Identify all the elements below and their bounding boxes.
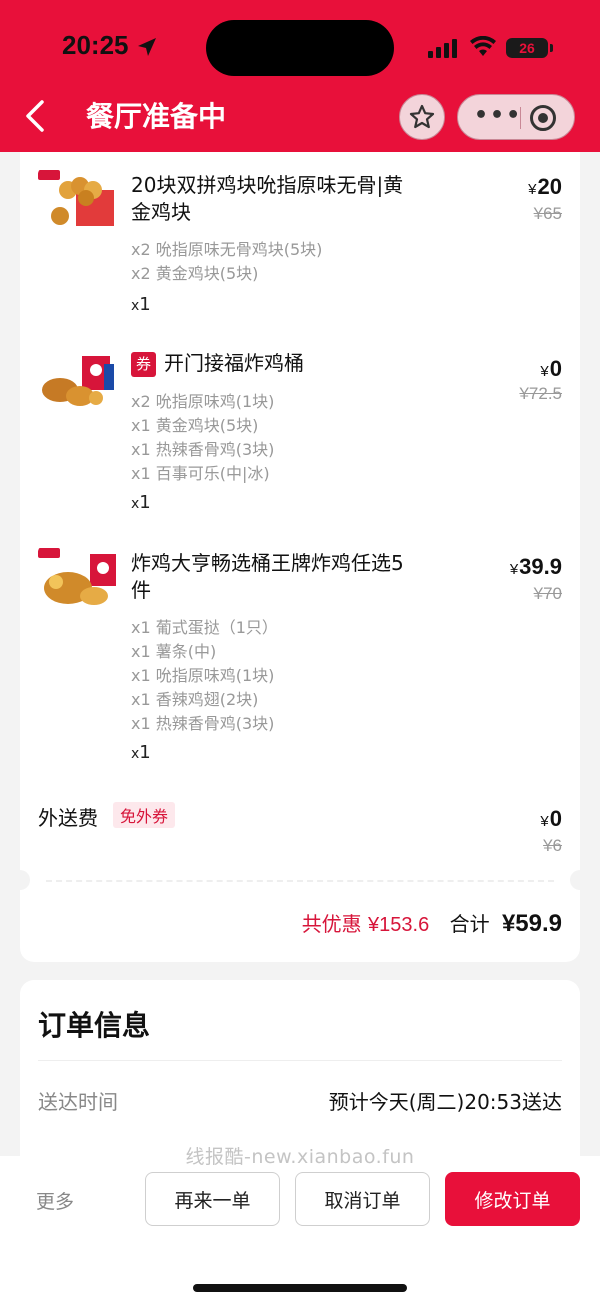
dynamic-island: [206, 20, 394, 76]
item-quantity: x1: [131, 294, 151, 315]
location-arrow-icon: [138, 38, 156, 56]
sub-item: x2 吮指原味鸡(1块): [131, 392, 275, 411]
sub-item: x2 吮指原味无骨鸡块(5块): [131, 240, 323, 259]
sub-item: x1 香辣鸡翅(2块): [131, 690, 259, 709]
item-quantity: x1: [131, 742, 151, 763]
sub-item: x1 吮指原味鸡(1块): [131, 666, 275, 685]
delivery-fee-original: ¥6: [543, 836, 562, 855]
item-name: 炸鸡大亨畅选桶王牌炸鸡任选5件: [131, 551, 404, 602]
sub-item: x1 薯条(中): [131, 642, 217, 661]
back-chevron-icon[interactable]: [18, 96, 54, 136]
favorite-button[interactable]: [399, 94, 445, 140]
dashed-divider: [46, 880, 554, 882]
total-value: ¥59.9: [501, 910, 562, 937]
product-image: [38, 546, 118, 610]
reorder-button[interactable]: 再来一单: [145, 1172, 280, 1226]
ticket-notch-right: [570, 870, 590, 890]
item-name: 券开门接福炸鸡桶: [131, 350, 421, 377]
battery-cap: [550, 44, 553, 52]
total-label: 合计: [449, 912, 490, 936]
page-title: 餐厅准备中: [86, 100, 227, 133]
sub-item: x1 百事可乐(中|冰): [131, 464, 270, 483]
currency-symbol: ¥: [528, 181, 537, 198]
modify-order-button[interactable]: 修改订单: [445, 1172, 580, 1226]
miniprogram-capsule: •••: [457, 94, 575, 140]
sub-item: x1 黄金鸡块(5块): [131, 416, 259, 435]
discount-label: 共优惠: [301, 912, 362, 936]
capsule-divider: [520, 107, 521, 129]
close-target-icon[interactable]: [530, 105, 556, 131]
order-info-divider: [38, 1060, 562, 1061]
item-original-price: ¥72.5: [519, 384, 562, 403]
product-image: [38, 350, 118, 414]
coupon-badge: 券: [131, 352, 156, 377]
ticket-notch-left: [10, 870, 30, 890]
order-summary: 共优惠 ¥153.6 合计 ¥59.9: [302, 908, 562, 938]
delivery-time-label: 送达时间: [38, 1090, 118, 1114]
sub-item: x1 热辣香骨鸡(3块): [131, 714, 275, 733]
sub-item: x2 黄金鸡块(5块): [131, 264, 259, 283]
sub-item: x1 葡式蛋挞（1只）: [131, 618, 278, 637]
qty-value: 1: [139, 294, 151, 315]
cellular-signal-icon: [428, 39, 457, 58]
delivery-time-value: 预计今天(周二)20:53送达: [328, 1090, 562, 1114]
order-items-card: 20块双拼鸡块吮指原味无骨|黄金鸡块 ¥20 ¥65 x2 吮指原味无骨鸡块(5…: [10, 152, 590, 962]
item-original-price: ¥70: [533, 584, 562, 603]
item-original-price: ¥65: [533, 204, 562, 223]
delivery-fee-value: 0: [549, 806, 562, 831]
more-dots-icon[interactable]: •••: [474, 103, 522, 128]
delivery-fee-label: 外送费: [38, 806, 98, 830]
star-icon: [409, 104, 435, 129]
qty-value: 1: [139, 742, 151, 763]
currency-symbol: ¥: [540, 363, 549, 380]
battery-indicator: 26: [506, 38, 548, 58]
watermark-text: 线报酷-new.xianbao.fun: [185, 1146, 415, 1168]
cancel-order-button[interactable]: 取消订单: [295, 1172, 430, 1226]
delivery-fee-price: ¥0: [540, 806, 562, 832]
sub-item: x1 热辣香骨鸡(3块): [131, 440, 275, 459]
status-time: 20:25: [62, 30, 129, 60]
app-header: 20:25 26 餐厅准备中 •••: [0, 0, 600, 152]
more-button[interactable]: 更多: [36, 1187, 74, 1214]
wifi-icon: [470, 36, 496, 56]
item-quantity: x1: [131, 492, 151, 513]
discount-value: ¥153.6: [368, 914, 430, 936]
item-price: ¥0: [540, 356, 562, 382]
item-price: ¥20: [528, 174, 562, 200]
item-name: 20块双拼鸡块吮指原味无骨|黄金鸡块: [131, 173, 404, 224]
currency-symbol: ¥: [540, 813, 549, 830]
item-name-text: 开门接福炸鸡桶: [164, 351, 304, 375]
delivery-coupon-tag: 免外券: [113, 802, 176, 828]
item-price: ¥39.9: [510, 554, 562, 580]
product-image: [38, 168, 118, 232]
order-info-title: 订单信息: [38, 1009, 151, 1042]
qty-value: 1: [139, 492, 151, 513]
item-price-value: 0: [549, 356, 562, 381]
home-indicator: [193, 1284, 407, 1292]
item-price-value: 39.9: [519, 554, 562, 579]
item-price-value: 20: [537, 174, 562, 199]
currency-symbol: ¥: [509, 561, 519, 578]
